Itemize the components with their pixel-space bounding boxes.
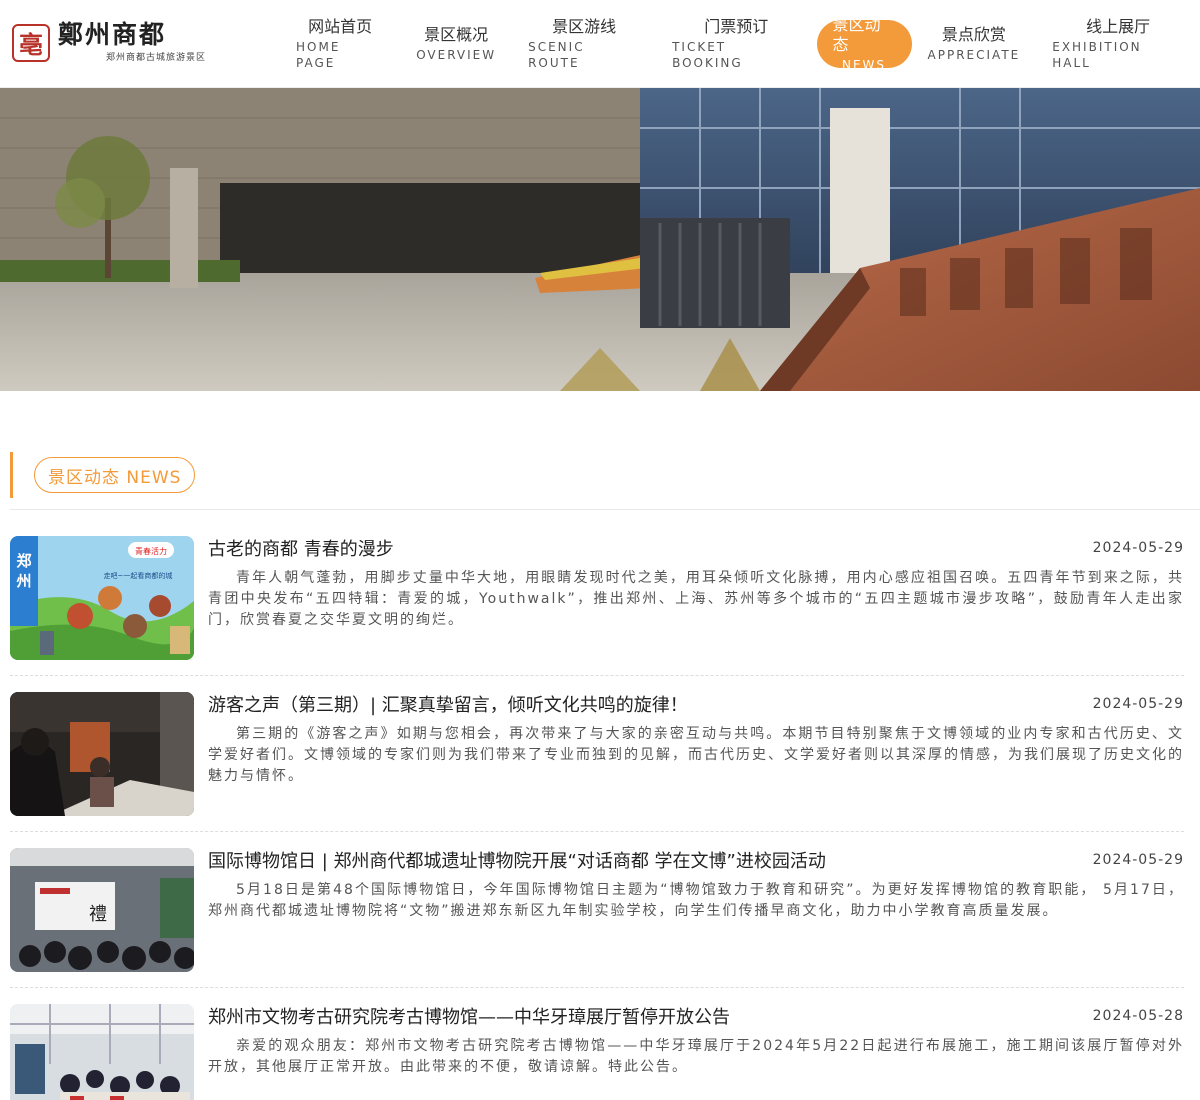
hero-banner-image — [0, 88, 1200, 391]
nav-item-sublabel: NEWS — [841, 58, 887, 72]
logo-text: 鄭州商都 郑州商都古城旅游景区 — [58, 20, 207, 64]
news-date: 2024-05-29 — [1092, 696, 1184, 712]
site-header: 亳 鄭州商都 郑州商都古城旅游景区 网站首页 HOME PAGE 景区概况 OV… — [0, 0, 1200, 88]
nav-item-sublabel: SCENIC ROUTE — [528, 40, 585, 70]
news-thumbnail-image — [10, 692, 194, 816]
news-summary: 青年人朝气蓬勃，用脚步丈量中华大地，用眼睛发现时代之美，用耳朵倾听文化脉搏，用内… — [208, 570, 1184, 628]
nav-item-overview[interactable]: 景区概况 OVERVIEW — [400, 20, 512, 68]
news-date: 2024-05-29 — [1092, 852, 1184, 868]
news-thumbnail[interactable] — [10, 692, 194, 816]
nav-item-appreciate[interactable]: 景点欣赏 APPRECIATE — [912, 20, 1037, 68]
news-thumbnail-image: 禮 — [10, 848, 194, 972]
news-title[interactable]: 游客之声（第三期）| 汇聚真挚留言，倾听文化共鸣的旋律！ — [208, 694, 688, 718]
nav-item-label: 门票预订 — [704, 17, 769, 36]
news-summary: 亲爱的观众朋友：郑州市文物考古研究院考古博物馆——中华牙璋展厅于2024年5月2… — [208, 1038, 1184, 1075]
thumb-side-text-2: 州 — [15, 572, 31, 590]
nav-item-label: 景区动态 — [832, 15, 881, 54]
news-thumbnail-image: 郑 州 青春活力 走吧~一起看商都的城 — [10, 536, 194, 660]
nav-item-label: 景区概况 — [424, 25, 489, 44]
news-title[interactable]: 古老的商都 青春的漫步 — [208, 538, 394, 562]
news-item[interactable]: 郑 州 青春活力 走吧~一起看商都的城 古老的商都 青春的漫步 2024-05-… — [10, 536, 1184, 660]
news-thumbnail-image — [10, 1004, 194, 1100]
logo-title: 鄭州商都 — [58, 20, 167, 49]
nav-item-news[interactable]: 景区动态 NEWS — [816, 15, 912, 72]
news-date: 2024-05-29 — [1092, 540, 1184, 556]
nav-item-sublabel: EXHIBITION HALL — [1052, 40, 1142, 70]
section-heading: 景区动态 NEWS — [10, 452, 196, 498]
news-date: 2024-05-28 — [1092, 1008, 1184, 1024]
news-item[interactable]: 游客之声（第三期）| 汇聚真挚留言，倾听文化共鸣的旋律！ 2024-05-29 … — [10, 692, 1184, 816]
news-divider — [10, 831, 1184, 832]
news-thumbnail[interactable] — [10, 1004, 194, 1100]
main-nav: 网站首页 HOME PAGE 景区概况 OVERVIEW 景区游线 SCENIC… — [280, 15, 1200, 72]
logo-subtitle: 郑州商都古城旅游景区 — [106, 53, 207, 63]
news-divider — [10, 675, 1184, 676]
thumb-side-text-1: 郑 — [16, 552, 31, 570]
news-summary: 5月18日是第48个国际博物馆日，今年国际博物馆日主题为“博物馆致力于教育和研究… — [208, 882, 1184, 919]
nav-item-home[interactable]: 网站首页 HOME PAGE — [280, 17, 400, 70]
nav-item-scenic-route[interactable]: 景区游线 SCENIC ROUTE — [512, 17, 656, 70]
news-divider — [10, 987, 1184, 988]
seal-icon: 亳 — [12, 23, 50, 62]
nav-item-sublabel: HOME PAGE — [296, 40, 341, 70]
nav-item-label: 景点欣赏 — [941, 25, 1006, 44]
site-logo[interactable]: 亳 鄭州商都 郑州商都古城旅游景区 — [12, 22, 206, 63]
nav-item-sublabel: OVERVIEW — [416, 48, 497, 62]
thumb-screen-glyph: 禮 — [89, 904, 107, 925]
nav-item-exhibition-hall[interactable]: 线上展厅 EXHIBITION HALL — [1036, 17, 1200, 70]
thumb-badge: 青春活力 — [135, 546, 167, 556]
news-title[interactable]: 郑州市文物考古研究院考古博物馆——中华牙璋展厅暂停开放公告 — [208, 1006, 730, 1030]
nav-item-ticket-booking[interactable]: 门票预订 TICKET BOOKING — [656, 17, 816, 70]
hero-banner — [0, 88, 1200, 391]
news-summary: 第三期的《游客之声》如期与您相会，再次带来了与大家的亲密互动与共鸣。本期节目特别… — [208, 726, 1184, 784]
news-title[interactable]: 国际博物馆日 | 郑州商代都城遗址博物院开展“对话商都 学在文博”进校园活动 — [208, 850, 826, 874]
news-thumbnail[interactable]: 禮 — [10, 848, 194, 972]
section-title-pill: 景区动态 NEWS — [34, 457, 196, 493]
nav-item-sublabel: TICKET BOOKING — [672, 40, 743, 70]
news-thumbnail[interactable]: 郑 州 青春活力 走吧~一起看商都的城 — [10, 536, 194, 660]
nav-item-label: 线上展厅 — [1086, 17, 1151, 36]
thumb-caption: 走吧~一起看商都的城 — [104, 571, 173, 580]
nav-item-label: 景区游线 — [552, 17, 617, 36]
nav-item-sublabel: APPRECIATE — [927, 48, 1021, 62]
news-item[interactable]: 禮 国际博物馆日 | 郑州商代都城遗址博物院开展“对话商都 学在文博”进校园活动… — [10, 848, 1184, 972]
nav-item-label: 网站首页 — [308, 17, 373, 36]
section-divider — [10, 509, 1200, 510]
news-item[interactable]: 郑州市文物考古研究院考古博物馆——中华牙璋展厅暂停开放公告 2024-05-28… — [10, 1004, 1184, 1100]
